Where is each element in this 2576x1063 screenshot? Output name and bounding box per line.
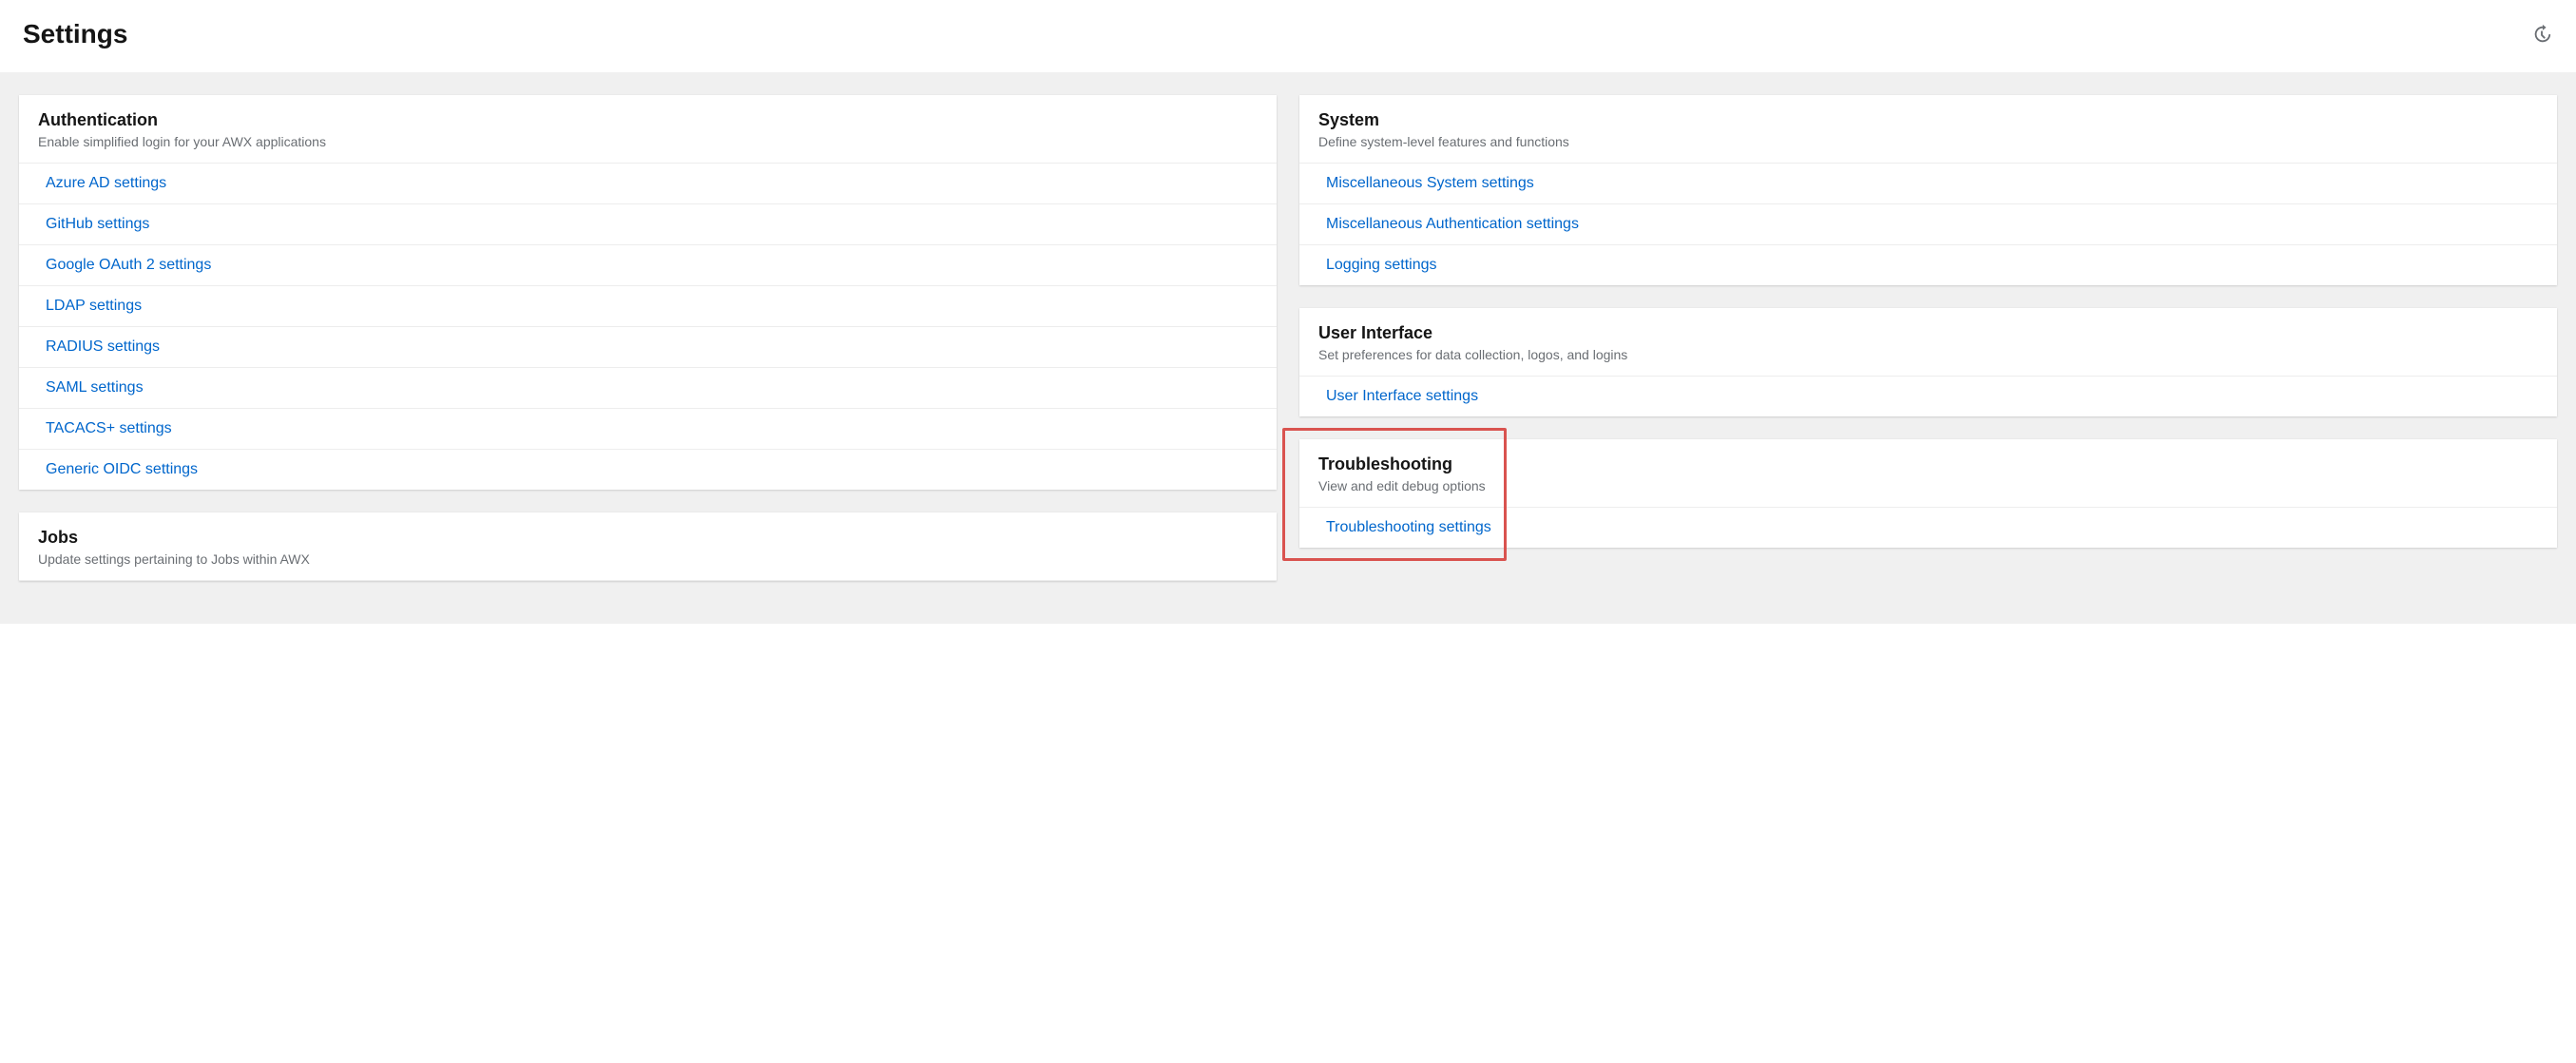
card-title: Jobs <box>38 528 1258 548</box>
settings-link[interactable]: Generic OIDC settings <box>19 450 1277 490</box>
card-header: Authentication Enable simplified login fo… <box>19 95 1277 164</box>
settings-link[interactable]: Miscellaneous Authentication settings <box>1299 204 2557 245</box>
card-title: System <box>1318 110 2538 130</box>
settings-link[interactable]: User Interface settings <box>1299 377 2557 416</box>
card-description: Define system-level features and functio… <box>1318 134 2538 149</box>
settings-content: Authentication Enable simplified login fo… <box>0 72 2576 624</box>
card-header: System Define system-level features and f… <box>1299 95 2557 164</box>
card-description: View and edit debug options <box>1318 478 2538 493</box>
settings-link[interactable]: TACACS+ settings <box>19 409 1277 450</box>
settings-link[interactable]: Troubleshooting settings <box>1299 508 2557 548</box>
history-icon[interactable] <box>2530 23 2553 46</box>
settings-link[interactable]: Google OAuth 2 settings <box>19 245 1277 286</box>
card-header: Jobs Update settings pertaining to Jobs w… <box>19 512 1277 581</box>
card-description: Enable simplified login for your AWX app… <box>38 134 1258 149</box>
settings-left-column: Authentication Enable simplified login fo… <box>19 95 1277 581</box>
card-title: Authentication <box>38 110 1258 130</box>
settings-link[interactable]: Logging settings <box>1299 245 2557 285</box>
settings-card-system: System Define system-level features and f… <box>1299 95 2557 285</box>
settings-card-authentication: Authentication Enable simplified login fo… <box>19 95 1277 490</box>
settings-link[interactable]: RADIUS settings <box>19 327 1277 368</box>
settings-card-user-interface: User Interface Set preferences for data c… <box>1299 308 2557 416</box>
settings-right-column: System Define system-level features and f… <box>1299 95 2557 548</box>
card-description: Set preferences for data collection, log… <box>1318 347 2538 362</box>
settings-link[interactable]: Azure AD settings <box>19 164 1277 204</box>
card-title: Troubleshooting <box>1318 454 2538 474</box>
card-header: User Interface Set preferences for data c… <box>1299 308 2557 377</box>
settings-card-jobs: Jobs Update settings pertaining to Jobs w… <box>19 512 1277 581</box>
settings-link[interactable]: LDAP settings <box>19 286 1277 327</box>
settings-link[interactable]: Miscellaneous System settings <box>1299 164 2557 204</box>
settings-link[interactable]: SAML settings <box>19 368 1277 409</box>
settings-card-troubleshooting: Troubleshooting View and edit debug optio… <box>1299 439 2557 548</box>
card-description: Update settings pertaining to Jobs withi… <box>38 551 1258 567</box>
page-title: Settings <box>23 19 127 49</box>
settings-link[interactable]: GitHub settings <box>19 204 1277 245</box>
page-header: Settings <box>0 0 2576 72</box>
card-title: User Interface <box>1318 323 2538 343</box>
card-header: Troubleshooting View and edit debug optio… <box>1299 439 2557 508</box>
